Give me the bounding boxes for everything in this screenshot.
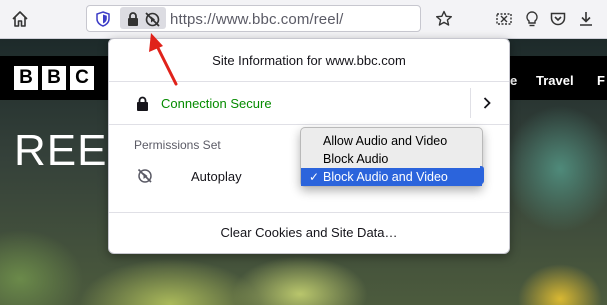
download-icon[interactable] (576, 9, 596, 29)
screenshot-icon[interactable] (494, 9, 514, 29)
select-button-edge (480, 166, 484, 184)
clear-cookies-button[interactable]: Clear Cookies and Site Data… (109, 213, 509, 253)
bookmark-star-icon[interactable] (434, 9, 454, 29)
dropdown-option-block-audio[interactable]: Block Audio (301, 150, 482, 168)
autoplay-blocked-icon[interactable] (143, 10, 161, 28)
option-label: Block Audio and Video (323, 170, 448, 184)
dropdown-option-allow[interactable]: Allow Audio and Video (301, 132, 482, 150)
logo-letter: B (42, 66, 66, 90)
logo-letter: C (70, 66, 94, 90)
url-text: https://www.bbc.com/reel/ (170, 11, 344, 28)
autoplay-blocked-icon (136, 167, 153, 184)
lightbulb-icon[interactable] (522, 9, 542, 29)
connection-secure-label: Connection Secure (161, 96, 272, 111)
url-bar[interactable]: https://www.bbc.com/reel/ (86, 5, 421, 32)
home-icon[interactable] (10, 9, 30, 29)
tracking-protection-shield-icon[interactable] (94, 10, 112, 28)
panel-title: Site Information for www.bbc.com (212, 53, 406, 68)
dropdown-option-block-audio-video[interactable]: ✓ Block Audio and Video (301, 168, 482, 186)
autoplay-dropdown[interactable]: Allow Audio and Video Block Audio ✓ Bloc… (300, 127, 483, 187)
lock-icon (136, 96, 149, 111)
lock-icon[interactable] (124, 10, 142, 28)
nav-item-partial[interactable]: e (510, 73, 517, 88)
permissions-heading: Permissions Set (134, 138, 221, 152)
nav-item-partial-right[interactable]: F (597, 73, 605, 88)
option-label: Block Audio (323, 152, 389, 166)
option-label: Allow Audio and Video (323, 134, 448, 148)
divider (470, 88, 471, 118)
chevron-right-icon[interactable] (479, 95, 495, 111)
connection-row[interactable]: Connection Secure (109, 82, 509, 124)
pocket-icon[interactable] (548, 9, 568, 29)
divider (109, 124, 509, 125)
checkmark-icon: ✓ (309, 170, 320, 184)
nav-item-travel[interactable]: Travel (536, 73, 574, 88)
autoplay-label: Autoplay (191, 169, 242, 184)
browser-toolbar: https://www.bbc.com/reel/ (0, 0, 607, 39)
bbc-logo[interactable]: B B C (14, 66, 94, 90)
logo-letter: B (14, 66, 38, 90)
